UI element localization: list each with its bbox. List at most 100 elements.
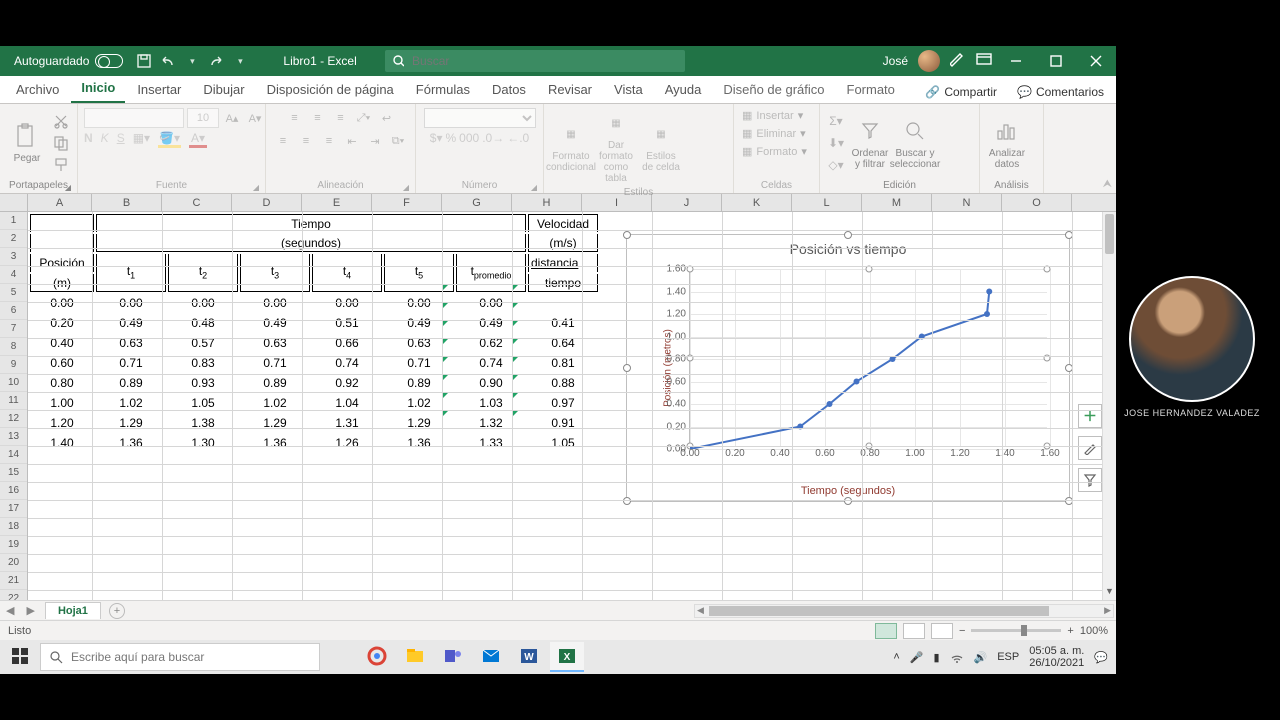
tell-me-search[interactable] [385,50,685,72]
italic-icon[interactable]: K [101,131,109,148]
tab-inicio[interactable]: Inicio [71,75,125,103]
align-right-icon[interactable]: ≡ [319,131,339,151]
zoom-out-button[interactable]: − [959,625,965,637]
start-button[interactable] [0,648,40,667]
horizontal-scrollbar[interactable]: ◀ ▶ [694,604,1114,618]
taskbar-app-word[interactable]: W [512,642,546,672]
tab-dibujar[interactable]: Dibujar [193,77,254,103]
decrease-decimal-icon[interactable]: ←.0 [507,131,529,145]
tab-ayuda[interactable]: Ayuda [655,77,712,103]
align-top-icon[interactable]: ≡ [285,108,305,128]
view-page-layout-button[interactable] [903,623,925,639]
fill-color-icon[interactable]: 🪣▾ [158,131,181,148]
paste-button[interactable]: Pegar [6,121,48,164]
decrease-indent-icon[interactable]: ⇤ [342,131,362,151]
increase-decimal-icon[interactable]: .0→ [482,131,504,145]
undo-icon[interactable] [159,52,177,70]
find-select-button[interactable]: Buscar y seleccionar [894,116,936,170]
view-page-break-button[interactable] [931,623,953,639]
sort-filter-button[interactable]: Ordenar y filtrar [849,116,891,170]
increase-indent-icon[interactable]: ⇥ [365,131,385,151]
increase-font-icon[interactable]: A▴ [222,108,242,128]
tray-notifications-icon[interactable]: 💬 [1094,651,1108,664]
ribbon-display-icon[interactable] [976,52,992,71]
taskbar-app-mail[interactable] [474,642,508,672]
comments-button[interactable]: 💬Comentarios [1011,81,1110,103]
draw-mode-icon[interactable] [950,52,966,71]
tab-disposición-de-página[interactable]: Disposición de página [257,77,404,103]
save-icon[interactable] [135,52,153,70]
windows-search[interactable]: Escribe aquí para buscar [40,643,320,671]
borders-icon[interactable]: ▦▾ [133,131,150,148]
tab-insertar[interactable]: Insertar [127,77,191,103]
cut-icon[interactable] [51,111,71,131]
chart-styles-button[interactable] [1078,436,1102,460]
col-header-D[interactable]: D [232,194,302,211]
analyze-data-button[interactable]: Analizar datos [986,116,1028,170]
tray-clock[interactable]: 05:05 a. m. 26/10/2021 [1029,645,1084,669]
cell-styles-button[interactable]: ▦Estilos de celda [640,119,682,173]
collapse-ribbon-icon[interactable]: ⮝ [1103,178,1112,191]
maximize-button[interactable] [1036,46,1076,76]
col-header-E[interactable]: E [302,194,372,211]
tab-diseño-de-gráfico[interactable]: Diseño de gráfico [713,77,834,103]
number-format-select[interactable] [424,108,536,128]
tab-vista[interactable]: Vista [604,77,653,103]
underline-icon[interactable]: S [117,131,125,148]
tray-mic-icon[interactable]: 🎤 [910,651,924,664]
bold-icon[interactable]: N [84,131,93,148]
undo-dropdown-icon[interactable]: ▾ [183,52,201,70]
tray-chevron-icon[interactable]: ˄ [893,651,899,663]
col-header-G[interactable]: G [442,194,512,211]
merge-center-icon[interactable]: ⧉▾ [388,131,408,151]
zoom-in-button[interactable]: + [1067,625,1073,637]
qat-customize-icon[interactable]: ▾ [231,52,249,70]
wrap-text-icon[interactable]: ↩ [377,108,397,128]
taskbar-app-chrome[interactable] [360,642,394,672]
col-header-A[interactable]: A [28,194,92,211]
fill-icon[interactable]: ⬇▾ [826,133,846,153]
col-header-N[interactable]: N [932,194,1002,211]
format-as-table-button[interactable]: ▦Dar formato como tabla [595,108,637,184]
view-normal-button[interactable] [875,623,897,639]
tab-datos[interactable]: Datos [482,77,536,103]
col-header-O[interactable]: O [1002,194,1072,211]
tab-fórmulas[interactable]: Fórmulas [406,77,480,103]
col-header-L[interactable]: L [792,194,862,211]
taskbar-app-explorer[interactable] [398,642,432,672]
autosave-toggle[interactable]: Autoguardado [8,54,129,68]
chart-filters-button[interactable] [1078,468,1102,492]
format-painter-icon[interactable] [51,155,71,175]
copy-icon[interactable] [51,133,71,153]
tray-volume-icon[interactable]: 🔊 [974,651,988,664]
scroll-down-icon[interactable]: ▼ [1103,586,1116,600]
col-header-F[interactable]: F [372,194,442,211]
close-button[interactable] [1076,46,1116,76]
col-header-B[interactable]: B [92,194,162,211]
font-size-select[interactable] [187,108,219,128]
search-input[interactable] [410,53,677,69]
font-name-select[interactable] [84,108,184,128]
percent-icon[interactable]: % [445,131,456,145]
redo-icon[interactable] [207,52,225,70]
format-cells-button[interactable]: ▦Formato ▾ [740,144,809,159]
taskbar-app-excel[interactable]: X [550,642,584,672]
decrease-font-icon[interactable]: A▾ [245,108,265,128]
row-headers[interactable]: 1234567891011121314151617181920212223 [0,212,28,600]
autosum-icon[interactable]: Σ▾ [826,111,846,131]
insert-cells-button[interactable]: ▦Insertar ▾ [740,108,805,123]
col-header-C[interactable]: C [162,194,232,211]
minimize-button[interactable] [996,46,1036,76]
tab-revisar[interactable]: Revisar [538,77,602,103]
conditional-formatting-button[interactable]: ▦Formato condicional [550,119,592,173]
align-left-icon[interactable]: ≡ [273,131,293,151]
sheet-nav-prev[interactable]: ◀ [0,604,20,617]
currency-icon[interactable]: $▾ [430,131,443,145]
font-color-icon[interactable]: A▾ [189,131,207,148]
align-bottom-icon[interactable]: ≡ [331,108,351,128]
avatar[interactable] [918,50,940,72]
orientation-icon[interactable]: ⤢▾ [354,108,374,128]
align-center-icon[interactable]: ≡ [296,131,316,151]
add-sheet-button[interactable]: + [109,603,125,619]
tray-battery-icon[interactable]: ▮ [933,651,939,664]
